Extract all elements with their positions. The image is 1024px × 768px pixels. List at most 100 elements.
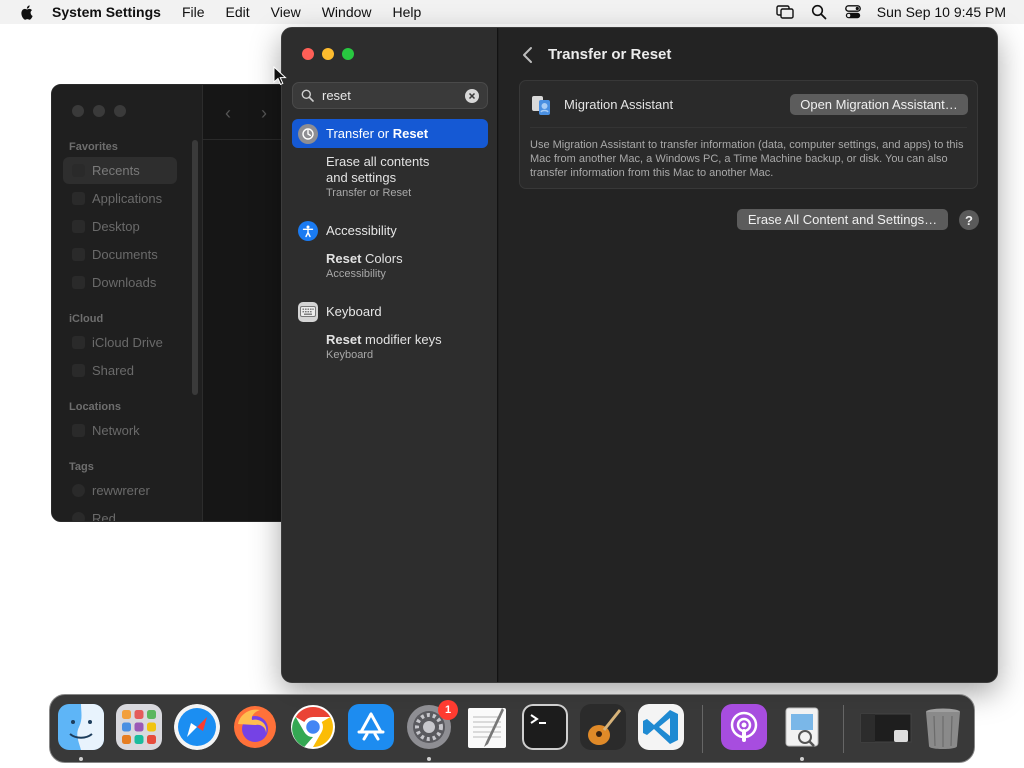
menu-bar: System Settings File Edit View Window He… (0, 0, 1024, 24)
dock-running-indicator (427, 757, 431, 761)
result-accessibility-title: Accessibility (326, 223, 397, 238)
finder-item-icloud-drive[interactable]: iCloud Drive (92, 335, 163, 350)
control-center-icon[interactable] (843, 3, 863, 21)
dock-chrome[interactable] (290, 704, 336, 750)
close-button[interactable] (302, 48, 314, 60)
screen-mirroring-icon[interactable] (775, 3, 795, 21)
result-sub-match: Reset (326, 332, 362, 347)
finder-tag-red[interactable]: Red (92, 511, 116, 521)
tag-dot-icon (72, 484, 85, 497)
accessibility-icon (298, 220, 318, 241)
finder-toolbar: ‹ › (203, 85, 290, 140)
minimize-button[interactable] (322, 48, 334, 60)
finder-tag-rewwrerer[interactable]: rewwrerer (92, 483, 150, 498)
tag-red-dot-icon (72, 512, 85, 521)
result-sub-category: Accessibility (326, 268, 386, 280)
menu-bar-clock[interactable]: Sun Sep 10 9:45 PM (877, 4, 1006, 20)
result-transfer-or-reset-heading[interactable]: Transfer or Reset (292, 119, 488, 148)
dock-launchpad[interactable] (116, 704, 162, 750)
keyboard-icon (298, 301, 318, 322)
finder-item-network[interactable]: Network (92, 423, 140, 438)
dock-garageband[interactable] (580, 704, 626, 750)
vscode-icon (638, 704, 684, 750)
dock-textedit[interactable] (464, 704, 510, 750)
clear-search-icon[interactable] (465, 88, 479, 103)
result-reset-colors[interactable]: Reset Colors Accessibility (292, 251, 488, 281)
dock-minimized-window[interactable] (860, 704, 912, 750)
menu-help[interactable]: Help (393, 4, 422, 20)
terminal-icon (522, 704, 568, 750)
page-title: Transfer or Reset (548, 46, 672, 63)
finder-section-favorites: Favorites (69, 141, 118, 153)
finder-section-tags: Tags (69, 461, 94, 473)
result-reset-modifier-keys[interactable]: Reset modifier keys Keyboard (292, 332, 488, 362)
dock-preview[interactable] (779, 704, 825, 750)
finder-item-recents[interactable]: Recents (92, 163, 140, 178)
finder-item-desktop[interactable]: Desktop (92, 219, 140, 234)
finder-forward-icon[interactable]: › (261, 103, 267, 124)
erase-all-content-button[interactable]: Erase All Content and Settings… (737, 209, 948, 230)
result-keyboard-title: Keyboard (326, 304, 382, 319)
dock-podcasts[interactable] (721, 704, 767, 750)
search-result-transfer-or-reset: Transfer or Reset Erase all contents and… (292, 119, 488, 200)
finder-item-documents[interactable]: Documents (92, 247, 158, 262)
dock-running-indicator (79, 757, 83, 761)
search-result-keyboard: Keyboard Reset modifier keys Keyboard (292, 297, 488, 362)
migration-assistant-card: Migration Assistant Open Migration Assis… (519, 80, 978, 189)
zoom-button[interactable] (342, 48, 354, 60)
migration-assistant-label: Migration Assistant (564, 97, 674, 112)
spotlight-search-icon[interactable] (809, 3, 829, 21)
menu-window[interactable]: Window (322, 4, 372, 20)
transfer-reset-icon (298, 123, 318, 144)
help-button[interactable]: ? (959, 210, 979, 230)
finder-window-controls (72, 105, 126, 117)
finder-back-icon[interactable]: ‹ (225, 103, 231, 124)
menu-app-name[interactable]: System Settings (52, 4, 161, 20)
dock-finder[interactable] (58, 704, 104, 750)
dock-safari[interactable] (174, 704, 220, 750)
finder-window[interactable]: Favorites Recents Applications Desktop D… (51, 84, 291, 522)
launchpad-icon (116, 704, 162, 750)
dock-vscode[interactable] (638, 704, 684, 750)
result-sub-line2: and settings (326, 170, 397, 185)
back-chevron-icon[interactable] (520, 44, 536, 66)
dock-app-store[interactable] (348, 704, 394, 750)
menu-edit[interactable]: Edit (226, 4, 250, 20)
finder-close-button[interactable] (72, 105, 84, 117)
search-result-accessibility: Accessibility Reset Colors Accessibility (292, 216, 488, 281)
finder-section-icloud: iCloud (69, 313, 104, 325)
dock-terminal[interactable] (522, 704, 568, 750)
finder-item-shared[interactable]: Shared (92, 363, 134, 378)
search-input[interactable] (320, 87, 465, 104)
settings-search-field[interactable] (292, 82, 488, 109)
finder-section-locations: Locations (69, 401, 121, 413)
finder-zoom-button[interactable] (114, 105, 126, 117)
dock-trash[interactable] (920, 704, 966, 750)
result-accessibility-heading[interactable]: Accessibility (292, 216, 488, 245)
dock-firefox[interactable] (232, 704, 278, 750)
system-settings-window[interactable]: Transfer or Reset Erase all contents and… (281, 27, 998, 683)
preview-icon (785, 707, 819, 747)
network-icon (72, 424, 85, 437)
finder-item-downloads[interactable]: Downloads (92, 275, 156, 290)
result-sub-line1: Erase all contents (326, 154, 430, 169)
finder-sidebar-scrollbar[interactable] (192, 140, 198, 395)
garageband-guitar-icon (580, 704, 626, 750)
card-divider (530, 127, 967, 128)
finder-minimize-button[interactable] (93, 105, 105, 117)
podcasts-icon (721, 704, 767, 750)
open-migration-assistant-button[interactable]: Open Migration Assistant… (790, 94, 968, 115)
result-sub-rest: Colors (361, 251, 403, 266)
dock: 1 (49, 694, 975, 763)
mouse-pointer-icon (273, 66, 287, 86)
result-keyboard-heading[interactable]: Keyboard (292, 297, 488, 326)
finder-item-applications[interactable]: Applications (92, 191, 162, 206)
result-erase-all-contents[interactable]: Erase all contents and settings Transfer… (292, 154, 488, 200)
menu-file[interactable]: File (182, 4, 205, 20)
menu-view[interactable]: View (271, 4, 301, 20)
apple-menu-icon[interactable] (18, 3, 36, 21)
result-sub-rest: modifier keys (361, 332, 442, 347)
result-sub-match: Reset (326, 251, 362, 266)
migration-assistant-icon (532, 96, 550, 115)
downloads-icon (72, 276, 85, 289)
